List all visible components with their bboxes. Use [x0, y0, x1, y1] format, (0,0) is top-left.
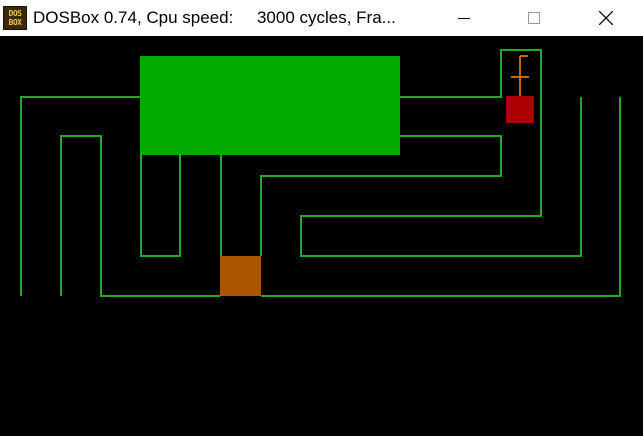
close-icon: [599, 11, 613, 25]
game-screen[interactable]: [0, 36, 643, 436]
maximize-button[interactable]: [511, 0, 557, 36]
close-button[interactable]: [583, 0, 629, 36]
flag-marker: [511, 55, 529, 96]
green-box: [140, 56, 400, 155]
player-block: [220, 256, 261, 296]
title-bar[interactable]: DOS BOX DOSBox 0.74, Cpu speed: 3000 cyc…: [0, 0, 643, 36]
maximize-icon: [528, 12, 540, 24]
window-title: DOSBox 0.74, Cpu speed: 3000 cycles, Fra…: [33, 8, 396, 27]
minimize-icon: [458, 17, 470, 19]
icon-text-bottom: BOX: [8, 18, 22, 27]
track-outer-left: [20, 96, 140, 296]
dosbox-icon[interactable]: DOS BOX: [3, 6, 27, 30]
track-under-box: [140, 155, 181, 257]
minimize-button[interactable]: [441, 0, 487, 36]
game-canvas: [20, 49, 621, 297]
icon-text-top: DOS: [8, 9, 22, 18]
target-block: [506, 96, 534, 123]
